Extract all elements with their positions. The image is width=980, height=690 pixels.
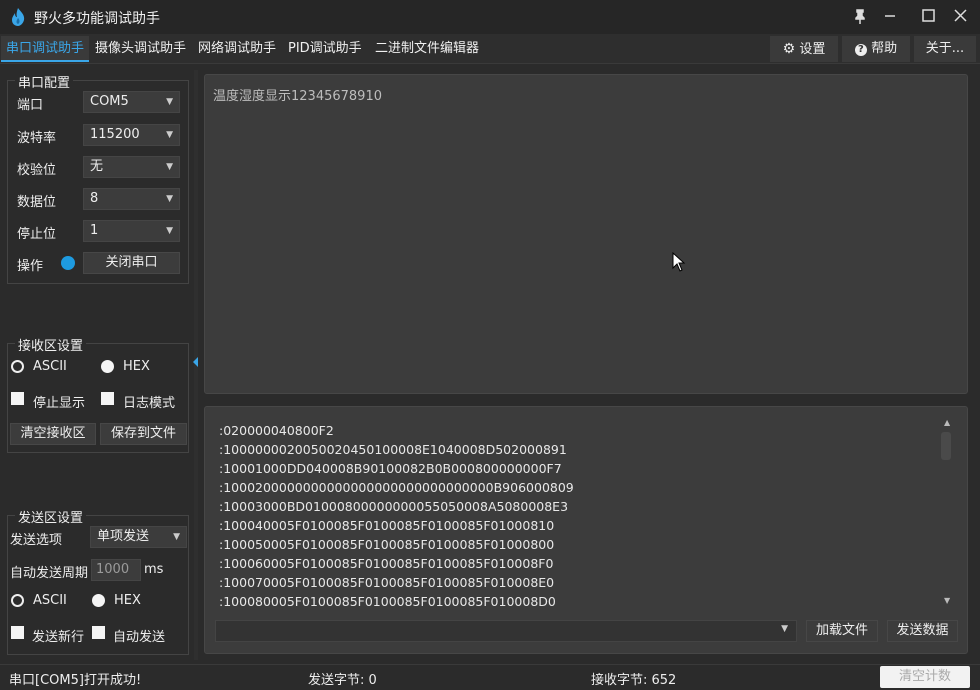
auto-send-label: 自动发送 bbox=[113, 630, 166, 645]
baud-select[interactable]: 115200 ▼ bbox=[83, 124, 180, 146]
auto-send-period-input[interactable]: 1000 bbox=[91, 559, 141, 581]
scrollbar-thumb[interactable] bbox=[941, 432, 951, 460]
receive-hex-label: HEX bbox=[123, 359, 150, 374]
save-to-file-button[interactable]: 保存到文件 bbox=[100, 423, 187, 445]
sent-bytes-counter: 发送字节: 0 bbox=[308, 673, 377, 688]
app-title: 野火多功能调试助手 bbox=[34, 11, 160, 27]
send-hex-radio[interactable] bbox=[92, 594, 105, 607]
tab-camera[interactable]: 摄像头调试助手 bbox=[90, 36, 191, 62]
auto-send-period-label: 自动发送周期 bbox=[10, 566, 89, 581]
port-label: 端口 bbox=[17, 98, 44, 113]
send-history-select[interactable]: ▼ bbox=[215, 620, 797, 642]
operation-label: 操作 bbox=[17, 259, 44, 274]
serial-config-title: 串口配置 bbox=[15, 72, 74, 91]
receive-hex-radio[interactable] bbox=[101, 360, 114, 373]
status-bar bbox=[0, 664, 980, 690]
send-line: :020000040800F2 bbox=[219, 423, 334, 438]
log-mode-checkbox[interactable] bbox=[101, 392, 114, 405]
parity-label: 校验位 bbox=[17, 163, 57, 178]
clear-receive-button[interactable]: 清空接收区 bbox=[10, 423, 96, 445]
send-hex-label: HEX bbox=[114, 593, 141, 608]
chevron-down-icon: ▼ bbox=[173, 532, 180, 542]
stop-display-checkbox[interactable] bbox=[11, 392, 24, 405]
pin-icon[interactable] bbox=[846, 4, 874, 30]
send-newline-label: 发送新行 bbox=[32, 630, 85, 645]
send-line: :1000000020050020450100008E1040008D50200… bbox=[219, 442, 567, 457]
settings-button[interactable]: ⚙ 设置 bbox=[770, 36, 838, 62]
baud-label: 波特率 bbox=[17, 131, 57, 146]
minimize-icon[interactable] bbox=[876, 4, 904, 30]
send-line: :100040005F0100085F0100085F0100085F01000… bbox=[219, 518, 555, 533]
tab-network[interactable]: 网络调试助手 bbox=[193, 36, 281, 62]
scroll-down-icon[interactable]: ▼ bbox=[944, 596, 950, 605]
receive-area[interactable] bbox=[204, 74, 968, 394]
port-status-indicator bbox=[61, 256, 75, 270]
close-icon[interactable] bbox=[946, 4, 974, 30]
send-line: :100050005F0100085F0100085F0100085F01000… bbox=[219, 537, 555, 552]
about-button[interactable]: 关于... bbox=[914, 36, 976, 62]
send-option-select[interactable]: 单项发送 ▼ bbox=[90, 526, 187, 548]
auto-send-checkbox[interactable] bbox=[92, 626, 105, 639]
send-ascii-radio[interactable] bbox=[11, 594, 24, 607]
port-select[interactable]: COM5 ▼ bbox=[83, 91, 180, 113]
databits-label: 数据位 bbox=[17, 195, 57, 210]
send-line: :100060005F0100085F0100085F0100085F01000… bbox=[219, 556, 554, 571]
send-settings-title: 发送区设置 bbox=[15, 507, 87, 526]
chevron-down-icon: ▼ bbox=[166, 194, 173, 204]
clear-count-button[interactable]: 清空计数 bbox=[880, 666, 970, 688]
close-port-button[interactable]: 关闭串口 bbox=[83, 252, 180, 274]
databits-select[interactable]: 8 ▼ bbox=[83, 188, 180, 210]
receive-text: 温度湿度显示12345678910 bbox=[213, 89, 382, 104]
mouse-cursor-icon bbox=[672, 252, 686, 272]
chevron-down-icon: ▼ bbox=[166, 162, 173, 172]
help-icon: ? bbox=[854, 44, 867, 56]
flame-logo-icon bbox=[12, 8, 25, 26]
help-button[interactable]: ? 帮助 bbox=[842, 36, 910, 62]
send-data-button[interactable]: 发送数据 bbox=[887, 620, 958, 642]
scroll-up-icon[interactable]: ▲ bbox=[944, 418, 950, 427]
send-line: :10001000DD040008B90100082B0B00080000000… bbox=[219, 461, 562, 476]
period-unit-label: ms bbox=[144, 562, 164, 577]
send-line: :1000200000000000000000000000000000B9060… bbox=[219, 480, 574, 495]
tab-pid[interactable]: PID调试助手 bbox=[283, 36, 367, 62]
send-newline-checkbox[interactable] bbox=[11, 626, 24, 639]
chevron-down-icon: ▼ bbox=[166, 130, 173, 140]
received-bytes-counter: 接收字节: 652 bbox=[591, 673, 677, 688]
stop-display-label: 停止显示 bbox=[33, 396, 86, 411]
chevron-down-icon: ▼ bbox=[166, 226, 173, 236]
receive-ascii-label: ASCII bbox=[33, 359, 67, 374]
tab-binary-editor[interactable]: 二进制文件编辑器 bbox=[370, 36, 484, 62]
status-message: 串口[COM5]打开成功! bbox=[9, 673, 142, 688]
stopbits-label: 停止位 bbox=[17, 227, 57, 242]
send-line: :100080005F0100085F0100085F0100085F01000… bbox=[219, 594, 556, 609]
maximize-icon[interactable] bbox=[914, 4, 942, 30]
stopbits-select[interactable]: 1 ▼ bbox=[83, 220, 180, 242]
send-option-label: 发送选项 bbox=[10, 533, 63, 548]
parity-select[interactable]: 无 ▼ bbox=[83, 156, 180, 178]
send-line: :10003000BD01000800000000055050008A50800… bbox=[219, 499, 569, 514]
load-file-button[interactable]: 加载文件 bbox=[806, 620, 878, 642]
chevron-down-icon: ▼ bbox=[781, 624, 788, 634]
collapse-arrow-icon[interactable] bbox=[193, 357, 198, 367]
gear-icon: ⚙ bbox=[782, 41, 796, 57]
receive-settings-title: 接收区设置 bbox=[15, 335, 87, 354]
tab-serial[interactable]: 串口调试助手 bbox=[1, 36, 90, 62]
send-ascii-label: ASCII bbox=[33, 593, 67, 608]
receive-ascii-radio[interactable] bbox=[11, 360, 24, 373]
send-line: :100070005F0100085F0100085F0100085F01000… bbox=[219, 575, 555, 590]
chevron-down-icon: ▼ bbox=[166, 97, 173, 107]
log-mode-label: 日志模式 bbox=[123, 396, 176, 411]
